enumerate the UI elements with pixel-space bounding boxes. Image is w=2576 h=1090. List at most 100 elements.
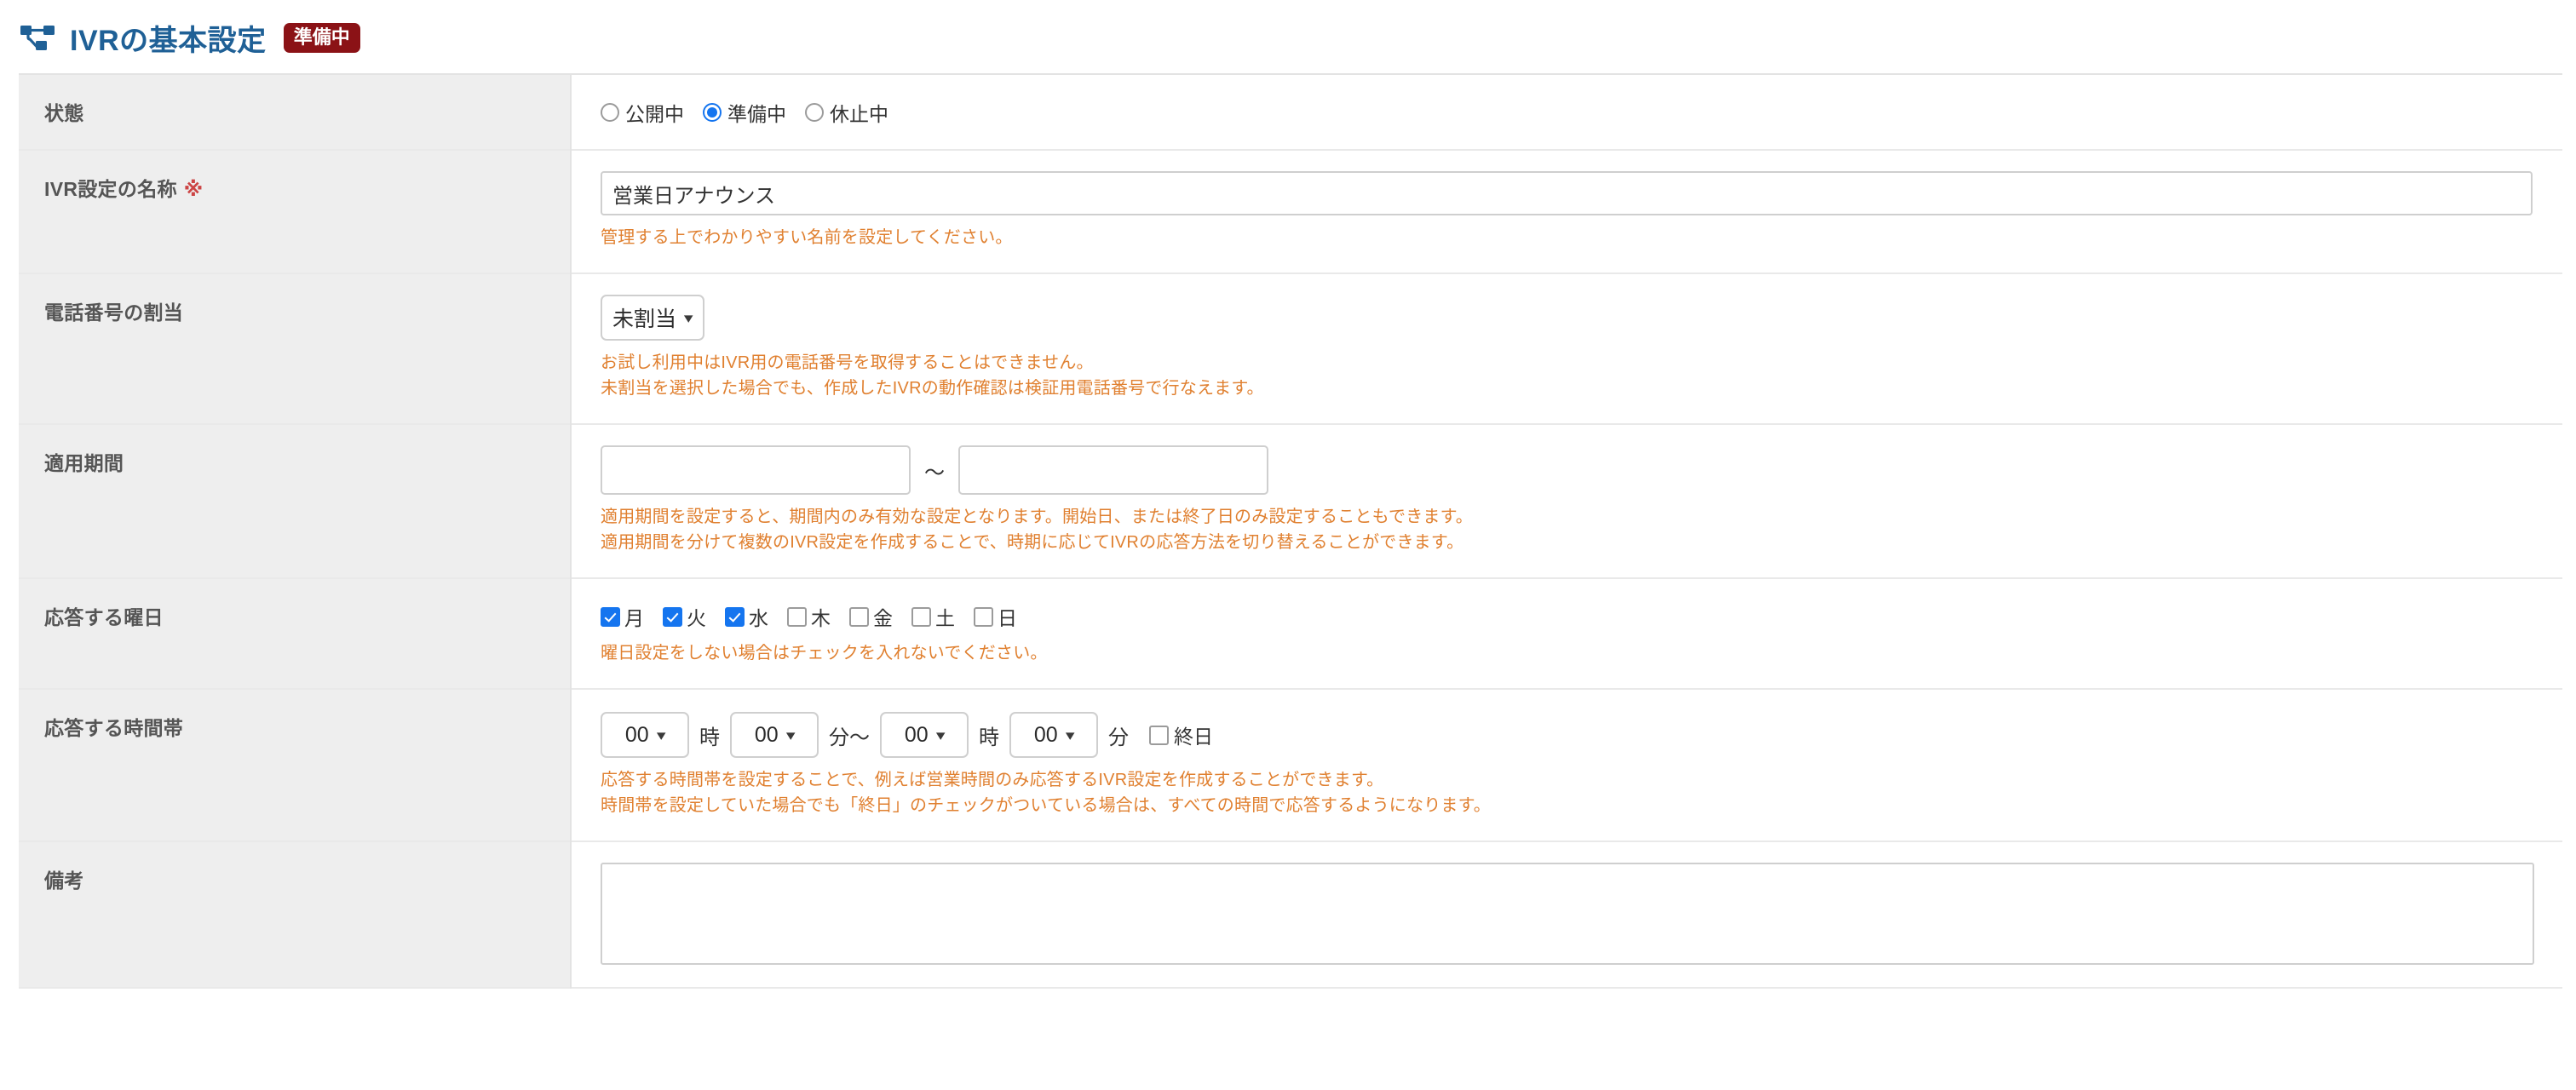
checkbox-option-tue[interactable]: 火 — [663, 602, 706, 631]
checkbox-option-mon[interactable]: 月 — [601, 602, 644, 631]
form-row-weekdays: 応答する曜日 月 火 水 木 金 土 日 曜日設定をしない場合はチェックを入れな… — [19, 578, 2562, 689]
checkbox-icon-mon[interactable] — [601, 606, 620, 627]
radio-option-suspended[interactable]: 休止中 — [805, 98, 888, 127]
label-state-text: 状態 — [44, 102, 84, 124]
start-hour-select[interactable]: 00 ▾ — [601, 712, 689, 758]
end-hour-select[interactable]: 00 ▾ — [880, 712, 969, 758]
checkbox-icon-allday[interactable] — [1149, 725, 1169, 745]
start-hour-unit: 時 — [699, 726, 720, 749]
checkbox-label-sun: 日 — [998, 607, 1017, 629]
checkbox-option-wed[interactable]: 水 — [725, 602, 768, 631]
checkbox-option-allday[interactable]: 終日 — [1149, 720, 1213, 749]
checkbox-icon-sat[interactable] — [911, 606, 931, 627]
ivr-name-input[interactable] — [601, 171, 2533, 215]
status-badge: 準備中 — [283, 22, 360, 53]
checkbox-label-tue: 火 — [687, 607, 706, 629]
checkbox-option-sun[interactable]: 日 — [974, 602, 1017, 631]
field-name: 管理する上でわかりやすい名前を設定してください。 — [571, 150, 2562, 273]
checkbox-icon-tue[interactable] — [663, 606, 682, 627]
label-name: IVR設定の名称 ※ — [19, 150, 572, 273]
remarks-textarea[interactable] — [601, 863, 2534, 965]
start-minute-value: 00 — [754, 722, 779, 747]
help-weekdays: 曜日設定をしない場合はチェックを入れないでください。 — [601, 640, 2562, 666]
label-remarks: 備考 — [19, 841, 572, 988]
radio-icon-preparing[interactable] — [703, 103, 722, 122]
radio-label-suspended: 休止中 — [830, 103, 888, 125]
checkbox-label-fri: 金 — [873, 607, 893, 629]
checkbox-option-thu[interactable]: 木 — [787, 602, 831, 631]
start-hour-value: 00 — [624, 722, 649, 747]
label-weekdays: 応答する曜日 — [19, 578, 572, 689]
ivr-basic-settings-form: 状態 公開中 準備中 休止中 IVR設定の名称 ※ 営業日アナウンス 管理する上… — [19, 73, 2562, 989]
radio-icon-public[interactable] — [601, 103, 619, 122]
label-timeslot-text: 応答する時間帯 — [44, 717, 184, 739]
radio-icon-suspended[interactable] — [805, 103, 824, 122]
period-start-input[interactable] — [601, 445, 911, 495]
help-phone-assign-line-2: 未割当を選択した場合でも、作成したIVRの動作確認は検証用電話番号で行なえます。 — [601, 379, 1264, 398]
start-minute-select[interactable]: 00 ▾ — [730, 712, 819, 758]
help-timeslot-line-1: 応答する時間帯を設定することで、例えば営業時間のみ応答するIVR設定を作成するこ… — [601, 771, 1384, 789]
help-phone-assign: お試し利用中はIVR用の電話番号を取得することはできません。 未割当を選択した場… — [601, 350, 2562, 401]
label-phone-assign: 電話番号の割当 — [19, 273, 572, 424]
chevron-down-icon: ▾ — [935, 726, 946, 743]
chevron-down-icon: ▾ — [683, 309, 693, 326]
label-period-text: 適用期間 — [44, 452, 124, 474]
sitemap-tree-icon — [20, 26, 55, 50]
checkbox-label-sat: 土 — [935, 607, 955, 629]
checkbox-icon-wed[interactable] — [725, 606, 745, 627]
chevron-down-icon: ▾ — [1065, 726, 1075, 743]
checkbox-label-allday: 終日 — [1174, 726, 1213, 748]
help-weekdays-line-1: 曜日設定をしない場合はチェックを入れないでください。 — [601, 644, 1048, 663]
help-timeslot: 応答する時間帯を設定することで、例えば営業時間のみ応答するIVR設定を作成するこ… — [601, 767, 2562, 818]
help-name-line-1: 管理する上でわかりやすい名前を設定してください。 — [601, 228, 1013, 247]
radio-option-preparing[interactable]: 準備中 — [703, 98, 786, 127]
checkbox-option-fri[interactable]: 金 — [849, 602, 893, 631]
label-timeslot: 応答する時間帯 — [19, 689, 572, 841]
label-state: 状態 — [19, 74, 572, 150]
end-hour-value: 00 — [904, 722, 929, 747]
phone-assign-select[interactable]: 未割当 ▾ — [601, 295, 704, 341]
checkbox-option-sat[interactable]: 土 — [911, 602, 955, 631]
form-row-timeslot: 応答する時間帯 00 ▾ 時 00 ▾ 分～ 00 ▾ 時 00 ▾ 分 終日 … — [19, 689, 2562, 841]
label-remarks-text: 備考 — [44, 869, 84, 892]
form-row-phone-assign: 電話番号の割当 未割当 ▾ お試し利用中はIVR用の電話番号を取得することはでき… — [19, 273, 2562, 424]
start-minute-unit-separator: 分～ — [829, 726, 870, 749]
page-title: IVRの基本設定 — [70, 24, 267, 57]
chevron-down-icon: ▾ — [785, 726, 796, 743]
form-row-remarks: 備考 — [19, 841, 2562, 988]
weekday-checkbox-group: 月 火 水 木 金 土 日 — [601, 600, 2562, 631]
label-name-text: IVR設定の名称 — [44, 178, 177, 200]
help-phone-assign-line-1: お試し利用中はIVR用の電話番号を取得することはできません。 — [601, 353, 1094, 372]
help-name: 管理する上でわかりやすい名前を設定してください。 — [601, 225, 2562, 250]
label-period: 適用期間 — [19, 424, 572, 578]
form-row-state: 状態 公開中 準備中 休止中 — [19, 74, 2562, 150]
required-mark: ※ — [183, 178, 204, 200]
period-end-input[interactable] — [958, 445, 1268, 495]
radio-label-preparing: 準備中 — [727, 103, 786, 125]
field-remarks — [571, 841, 2562, 988]
checkbox-icon-thu[interactable] — [787, 606, 807, 627]
checkbox-label-wed: 水 — [749, 607, 768, 629]
checkbox-icon-fri[interactable] — [849, 606, 869, 627]
end-minute-value: 00 — [1033, 722, 1058, 747]
period-date-range: ～ — [601, 445, 2562, 495]
state-radio-group: 公開中 準備中 休止中 — [601, 95, 2562, 127]
radio-label-public: 公開中 — [625, 103, 684, 125]
checkbox-label-mon: 月 — [624, 607, 644, 629]
radio-option-public[interactable]: 公開中 — [601, 98, 684, 127]
checkbox-icon-sun[interactable] — [974, 606, 993, 627]
period-separator: ～ — [924, 461, 945, 485]
help-period-line-2: 適用期間を分けて複数のIVR設定を作成することで、時期に応じてIVRの応答方法を… — [601, 533, 1464, 552]
field-phone-assign: 未割当 ▾ お試し利用中はIVR用の電話番号を取得することはできません。 未割当… — [571, 273, 2562, 424]
help-period: 適用期間を設定すると、期間内のみ有効な設定となります。開始日、または終了日のみ設… — [601, 504, 2562, 555]
label-phone-assign-text: 電話番号の割当 — [44, 301, 184, 324]
chevron-down-icon: ▾ — [656, 726, 666, 743]
field-state: 公開中 準備中 休止中 — [571, 74, 2562, 150]
end-hour-unit: 時 — [979, 726, 999, 749]
form-row-period: 適用期間 ～ 適用期間を設定すると、期間内のみ有効な設定となります。開始日、また… — [19, 424, 2562, 578]
field-weekdays: 月 火 水 木 金 土 日 曜日設定をしない場合はチェックを入れないでください。 — [571, 578, 2562, 689]
checkbox-label-thu: 木 — [811, 607, 831, 629]
timeslot-range: 00 ▾ 時 00 ▾ 分～ 00 ▾ 時 00 ▾ 分 終日 — [601, 710, 2562, 758]
end-minute-select[interactable]: 00 ▾ — [1009, 712, 1098, 758]
phone-assign-selected-value: 未割当 — [612, 307, 677, 331]
